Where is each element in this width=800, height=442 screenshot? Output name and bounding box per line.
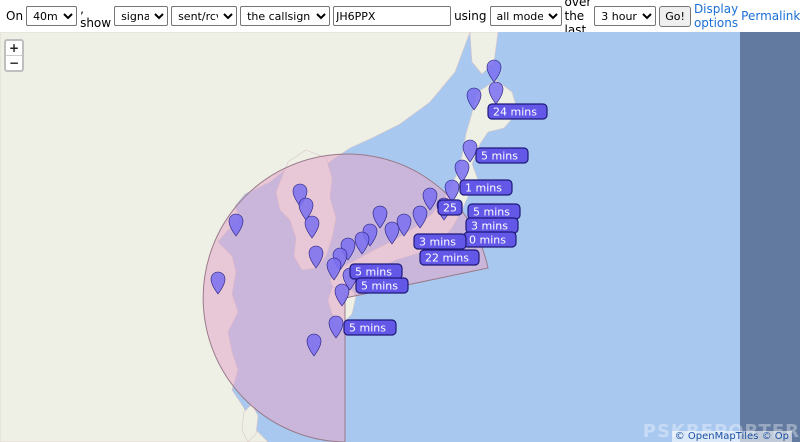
map-view[interactable]: 24 mins 5 mins 1 mins 5 mins 3 mins 0 mins 25 3… [0,32,800,442]
spot-age-label[interactable]: 5 mins [475,147,529,164]
spot-age-label[interactable]: 5 mins [343,319,397,336]
spot-label-text: 3 mins [419,236,456,249]
using-label: using [454,9,487,23]
spot-age-label[interactable]: 25 [437,199,463,216]
mode-select[interactable]: all modes [489,6,562,26]
spot-age-label[interactable]: 3 mins [465,217,519,234]
spot-age-label[interactable]: 1 mins [459,179,513,196]
spot-age-label[interactable]: 24 mins [487,103,548,120]
spot-label-text: 5 mins [355,266,392,279]
map-canvas[interactable]: 24 mins5 mins1 mins5 mins3 mins0 mins253… [0,32,800,442]
spot-label-text: 1 mins [465,182,502,195]
spot-age-label[interactable]: 3 mins [413,233,467,250]
zoom-out-button[interactable]: − [6,55,22,70]
show-label: , show [80,2,112,30]
zoom-in-button[interactable]: + [6,41,22,55]
band-select[interactable]: 40m [26,6,78,26]
spot-age-label[interactable]: 22 mins [419,249,480,266]
spot-label-text: 5 mins [473,206,510,219]
spot-label-text: 3 mins [471,220,508,233]
spot-age-label[interactable]: 5 mins [349,263,403,280]
direction-select[interactable]: sent/rcvd by [171,6,238,26]
show-select[interactable]: signals [114,6,169,26]
spot-age-label[interactable]: 0 mins [463,231,517,248]
spot-label-text: 5 mins [481,150,518,163]
permalink-link[interactable]: Permalink [741,9,800,23]
query-toolbar: On 40m , show signals sent/rcvd by the c… [0,0,800,37]
zoom-control: + − [4,39,24,72]
spot-age-label[interactable]: 5 mins [467,203,521,220]
spot-label-text: 5 mins [361,280,398,293]
spot-label-text: 24 mins [493,106,537,119]
spot-label-text: 22 mins [425,252,469,265]
callsign-input[interactable] [333,6,452,26]
display-options-link[interactable]: Display options [694,2,738,30]
night-terminator [740,32,800,442]
spot-label-text: 0 mins [469,234,506,247]
target-select[interactable]: the callsign [240,6,331,26]
spot-age-label[interactable]: 5 mins [355,277,409,294]
spot-label-text: 25 [443,202,457,215]
go-button[interactable]: Go! [659,5,691,27]
on-label: On [6,9,24,23]
spot-label-text: 5 mins [349,322,386,335]
map-attribution[interactable]: © OpenMapTiles © Op [671,431,792,442]
period-select[interactable]: 3 hours [594,6,657,26]
